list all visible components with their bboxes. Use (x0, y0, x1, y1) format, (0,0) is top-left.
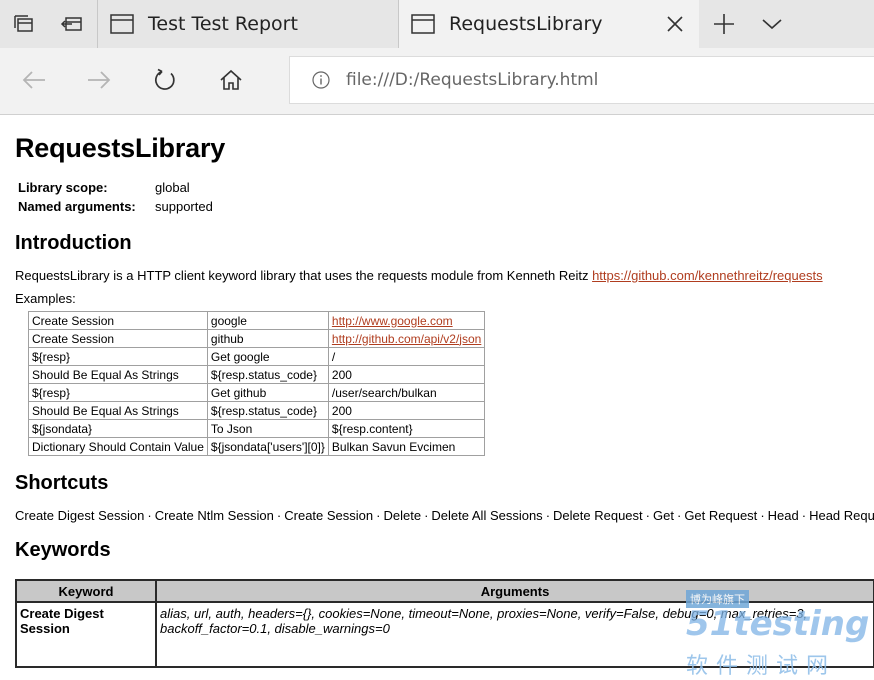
table-row: ${jsondata} To Json ${resp.content} (28, 419, 486, 438)
metadata-key: Named arguments: (18, 199, 136, 214)
table-cell: 200 (327, 401, 486, 420)
tab-bar: Test Test Report RequestsLibrary (0, 0, 874, 48)
table-row: Create Session github http://github.com/… (28, 329, 486, 348)
keyword-arguments: alias, url, auth, headers={}, cookies=No… (155, 601, 874, 668)
table-cell: ${jsondata['users'][0]} (206, 437, 329, 456)
shortcut-link[interactable]: Head Request (809, 508, 874, 523)
page-title: RequestsLibrary (15, 133, 226, 163)
refresh-icon (155, 68, 175, 90)
table-header-row: Keyword Arguments (15, 579, 874, 603)
chevron-down-icon (762, 19, 782, 30)
table-row: ${resp} Get github /user/search/bulkan (28, 383, 486, 402)
shortcut-link[interactable]: Create Ntlm Session (155, 508, 274, 523)
table-cell: Dictionary Should Contain Value (28, 437, 208, 456)
keyword-column-header: Keyword (15, 579, 157, 603)
table-cell: ${resp.status_code} (206, 401, 329, 420)
table-cell: 200 (327, 365, 486, 384)
close-tab-button[interactable] (655, 0, 695, 48)
table-cell: google (206, 311, 329, 330)
shortcut-link[interactable]: Create Digest Session (15, 508, 144, 523)
navigation-toolbar: file:///D:/RequestsLibrary.html (0, 48, 874, 115)
document-body: RequestsLibrary Library scope: global Na… (15, 115, 874, 668)
table-cell: ${resp.status_code} (206, 365, 329, 384)
examples-label: Examples: (15, 291, 76, 306)
home-icon (220, 69, 242, 90)
table-cell: To Json (206, 419, 329, 438)
info-icon[interactable] (312, 71, 330, 89)
set-aside-tabs-button[interactable] (48, 0, 96, 48)
tab-preview-icon (14, 15, 33, 32)
plus-icon (714, 14, 734, 34)
github-api-link[interactable]: http://github.com/api/v2/json (332, 332, 481, 346)
home-button[interactable] (207, 56, 255, 104)
tab-list-button[interactable] (748, 0, 796, 48)
table-cell: Create Session (28, 311, 208, 330)
table-cell: Get google (206, 347, 329, 366)
forward-button[interactable] (75, 56, 123, 104)
introduction-paragraph: RequestsLibrary is a HTTP client keyword… (15, 268, 874, 283)
shortcut-link[interactable]: Create Session (284, 508, 373, 523)
page-icon (110, 14, 134, 34)
introduction-text: RequestsLibrary is a HTTP client keyword… (15, 268, 593, 283)
shortcut-link[interactable]: Delete (383, 508, 421, 523)
back-button[interactable] (10, 56, 58, 104)
table-cell: Create Session (28, 329, 208, 348)
keywords-table: Keyword Arguments Create Digest Session … (15, 579, 874, 668)
shortcut-link[interactable]: Delete All Sessions (431, 508, 542, 523)
metadata-value: global (155, 180, 190, 195)
introduction-heading: Introduction (15, 232, 132, 254)
table-cell: Get github (206, 383, 329, 402)
table-cell: http://github.com/api/v2/json (327, 329, 486, 348)
table-cell: /user/search/bulkan (327, 383, 486, 402)
table-cell: ${resp} (28, 383, 208, 402)
tab-preview-button[interactable] (0, 0, 48, 48)
table-cell: http://www.google.com (327, 311, 486, 330)
metadata-key: Library scope: (18, 180, 108, 195)
table-cell: ${jsondata} (28, 419, 208, 438)
shortcut-link[interactable]: Head (768, 508, 799, 523)
forward-arrow-icon (88, 71, 111, 89)
metadata-row: Named arguments: supported (16, 197, 215, 216)
set-aside-tabs-icon (60, 17, 82, 31)
table-cell: Should Be Equal As Strings (28, 365, 208, 384)
examples-table: Create Session google http://www.google.… (28, 311, 486, 456)
keyword-name[interactable]: Create Digest Session (15, 601, 157, 668)
table-cell: github (206, 329, 329, 348)
metadata-value: supported (155, 199, 213, 214)
shortcuts-list: Create Digest Session · Create Ntlm Sessio… (15, 508, 874, 523)
tab-test-report[interactable]: Test Test Report (97, 0, 399, 48)
page-icon (411, 14, 435, 34)
address-bar[interactable]: file:///D:/RequestsLibrary.html (289, 56, 874, 104)
table-cell: ${resp} (28, 347, 208, 366)
tab-requests-library[interactable]: RequestsLibrary (399, 0, 699, 48)
library-metadata: Library scope: global Named arguments: s… (16, 178, 215, 216)
table-cell: Should Be Equal As Strings (28, 401, 208, 420)
back-arrow-icon (22, 71, 45, 89)
table-cell: ${resp.content} (327, 419, 486, 438)
url-text: file:///D:/RequestsLibrary.html (346, 70, 599, 90)
arguments-column-header: Arguments (155, 579, 874, 603)
table-row: ${resp} Get google / (28, 347, 486, 366)
shortcut-link[interactable]: Delete Request (553, 508, 643, 523)
keywords-heading: Keywords (15, 539, 111, 561)
shortcut-link[interactable]: Get (653, 508, 674, 523)
metadata-row: Library scope: global (16, 178, 215, 197)
table-cell: / (327, 347, 486, 366)
requests-github-link[interactable]: https://github.com/kennethreitz/requests (592, 268, 823, 283)
table-cell: Bulkan Savun Evcimen (327, 437, 486, 456)
close-icon (667, 16, 683, 32)
refresh-button[interactable] (141, 56, 189, 104)
table-row: Dictionary Should Contain Value ${jsonda… (28, 437, 486, 456)
table-row: Should Be Equal As Strings ${resp.status… (28, 401, 486, 420)
new-tab-button[interactable] (700, 0, 748, 48)
table-row: Create Digest Session alias, url, auth, … (15, 601, 874, 668)
table-row: Should Be Equal As Strings ${resp.status… (28, 365, 486, 384)
shortcuts-heading: Shortcuts (15, 472, 109, 494)
table-row: Create Session google http://www.google.… (28, 311, 486, 330)
tab-title: RequestsLibrary (449, 13, 603, 35)
google-link[interactable]: http://www.google.com (332, 314, 453, 328)
shortcut-link[interactable]: Get Request (684, 508, 757, 523)
tab-title: Test Test Report (148, 13, 298, 35)
